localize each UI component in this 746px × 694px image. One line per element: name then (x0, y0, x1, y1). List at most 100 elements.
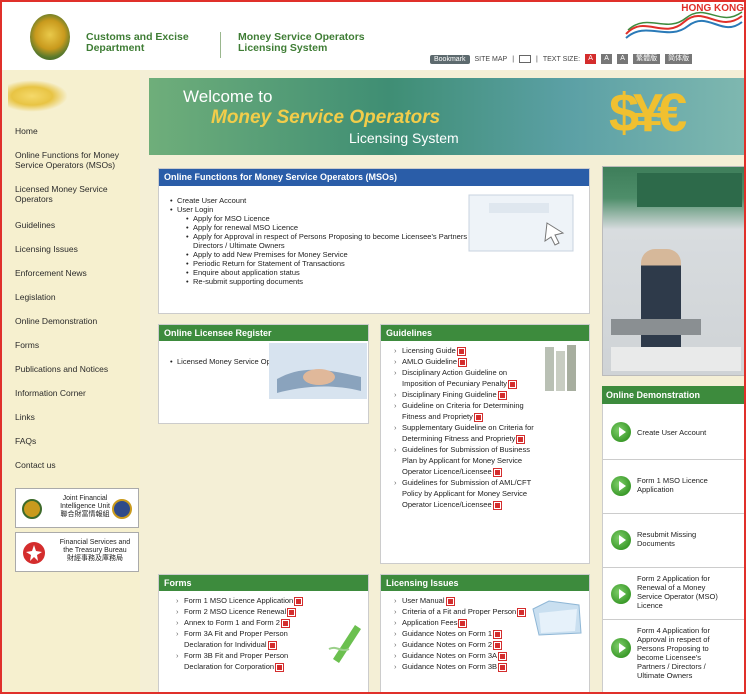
poster-title-block (637, 173, 742, 207)
licensing-issues-panel: Licensing Issues User Manual Criteria of… (380, 574, 590, 692)
folder-illustration-icon (532, 600, 582, 636)
pdf-icon (493, 629, 503, 639)
pdf-icon (458, 357, 468, 367)
handshake-illustration-icon (269, 343, 367, 399)
nav-legislation[interactable]: Legislation (15, 292, 56, 302)
play-arrow-icon (611, 530, 631, 550)
books-illustration-icon (545, 345, 576, 391)
fstb-logo-link[interactable]: Financial Services and the Treasury Bure… (15, 532, 139, 572)
nav-home[interactable]: Home (15, 126, 38, 136)
licensing-issue-item[interactable]: Guidance Notes on Form 3B (394, 661, 589, 672)
licensee-register-panel: Online Licensee Register Licensed Money … (158, 324, 369, 424)
brand-hong-kong-logo: HONG KONG (624, 4, 744, 44)
text-size-large-button[interactable]: A (617, 54, 629, 64)
pdf-icon (287, 607, 297, 617)
nav-enforcement-news[interactable]: Enforcement News (15, 268, 87, 278)
text-size-medium-button[interactable]: A (601, 54, 613, 64)
online-demonstration-title: Online Demonstration (602, 386, 744, 404)
play-arrow-icon (611, 638, 631, 658)
demo-resubmit-documents[interactable]: Resubmit Missing Documents (602, 514, 744, 568)
guidelines-panel: Guidelines Licensing Guide AMLO Guidelin… (380, 324, 590, 564)
site-header: Customs and Excise Department Money Serv… (2, 2, 744, 70)
pen-illustration-icon (328, 625, 361, 663)
nav-forms[interactable]: Forms (15, 340, 39, 350)
pdf-icon (493, 640, 503, 650)
currency-symbols-icon: $¥€ (609, 83, 687, 143)
periodic-return-link[interactable]: Periodic Return for Statement of Transac… (165, 259, 589, 268)
guideline-item[interactable]: Guidelines for Submission of Business (394, 444, 589, 455)
login-screen-illustration-icon (468, 194, 574, 252)
nav-faqs[interactable]: FAQs (15, 436, 36, 446)
department-name: Customs and Excise Department (86, 31, 189, 54)
demo-form1-application[interactable]: Form 1 MSO Licence Application (602, 460, 744, 514)
jfiu-emblem-icon (22, 499, 42, 519)
nav-guidelines[interactable]: Guidelines (15, 220, 55, 230)
utility-toolbar: Bookmark SITE MAP | | TEXT SIZE: A A A 繁… (430, 53, 693, 65)
nav-online-functions[interactable]: Online Functions for Money Service Opera… (15, 150, 135, 170)
demo-form4-approval[interactable]: Form 4 Application for Approval in respec… (602, 620, 744, 692)
form-item[interactable]: Form 2 MSO Licence Renewal (176, 606, 368, 617)
welcome-banner: Welcome to Money Service Operators Licen… (149, 78, 744, 155)
header-divider (220, 32, 221, 58)
resubmit-documents-link[interactable]: Re-submit supporting documents (165, 277, 589, 286)
licensing-issue-item[interactable]: Guidance Notes on Form 3A (394, 650, 589, 661)
licensing-issues-title: Licensing Issues (381, 575, 589, 591)
pdf-icon (275, 662, 285, 672)
licensee-register-title: Online Licensee Register (159, 325, 368, 341)
nav-contact-us[interactable]: Contact us (15, 460, 56, 470)
nav-information-corner[interactable]: Information Corner (15, 388, 86, 398)
guideline-item[interactable]: Guideline on Criteria for Determining (394, 400, 589, 411)
guideline-item[interactable]: Supplementary Guideline on Criteria for (394, 422, 589, 433)
pdf-icon (497, 390, 507, 400)
pdf-icon (445, 596, 455, 606)
bauhinia-icon (23, 542, 45, 564)
star-decoration-icon (8, 80, 68, 112)
nav-online-demonstration[interactable]: Online Demonstration (15, 316, 97, 326)
text-size-label: TEXT SIZE: (542, 55, 581, 63)
poster-photo-strip (611, 319, 701, 335)
forms-panel: Forms Form 1 MSO Licence Application For… (158, 574, 369, 692)
pdf-icon (473, 412, 483, 422)
online-functions-panel: Online Functions for Money Service Opera… (158, 168, 590, 314)
traditional-chinese-link[interactable]: 繁體版 (633, 54, 661, 64)
system-name: Money Service Operators Licensing System (238, 31, 365, 54)
nav-licensed-mso[interactable]: Licensed Money Service Operators (15, 184, 125, 204)
pdf-icon (492, 467, 502, 477)
text-size-small-button[interactable]: A (585, 54, 597, 64)
pdf-icon (508, 379, 518, 389)
simplified-chinese-link[interactable]: 简体版 (665, 54, 693, 64)
pdf-icon (517, 607, 527, 617)
pdf-icon (280, 618, 290, 628)
pdf-icon (498, 662, 508, 672)
demo-create-user-account[interactable]: Create User Account (602, 404, 744, 460)
form-item[interactable]: Form 1 MSO Licence Application (176, 595, 368, 606)
email-icon[interactable] (519, 55, 532, 63)
play-arrow-icon (611, 476, 631, 496)
pdf-icon (498, 651, 508, 661)
licensing-issue-item[interactable]: Guidance Notes on Form 2 (394, 639, 589, 650)
pdf-icon (294, 596, 304, 606)
pdf-icon (267, 640, 277, 650)
poster-leaflet (611, 347, 741, 371)
pdf-icon (516, 434, 526, 444)
forms-title: Forms (159, 575, 368, 591)
nav-licensing-issues[interactable]: Licensing Issues (15, 244, 78, 254)
guideline-item[interactable]: Guidelines for Submission of AML/CFT (394, 477, 589, 488)
guidelines-title: Guidelines (381, 325, 589, 341)
enquire-status-link[interactable]: Enquire about application status (165, 268, 589, 277)
pdf-icon (492, 500, 502, 510)
bookmark-button[interactable]: Bookmark (430, 54, 470, 64)
promotional-poster[interactable] (602, 166, 744, 376)
play-arrow-icon (611, 422, 631, 442)
play-arrow-icon (611, 584, 631, 604)
sitemap-link[interactable]: SITE MAP (475, 56, 508, 63)
pdf-icon (458, 618, 468, 628)
pdf-icon (456, 346, 466, 356)
jfiu-logo-link[interactable]: Joint Financial Intelligence Unit 聯合財富情報… (15, 488, 139, 528)
nav-publications-notices[interactable]: Publications and Notices (15, 364, 108, 374)
nav-links[interactable]: Links (15, 412, 35, 422)
demo-form2-renewal[interactable]: Form 2 Application for Renewal of a Money… (602, 568, 744, 620)
customs-crest-logo[interactable] (30, 14, 70, 60)
left-navigation: Home Online Functions for Money Service … (4, 70, 140, 692)
online-functions-title: Online Functions for Money Service Opera… (159, 169, 589, 186)
